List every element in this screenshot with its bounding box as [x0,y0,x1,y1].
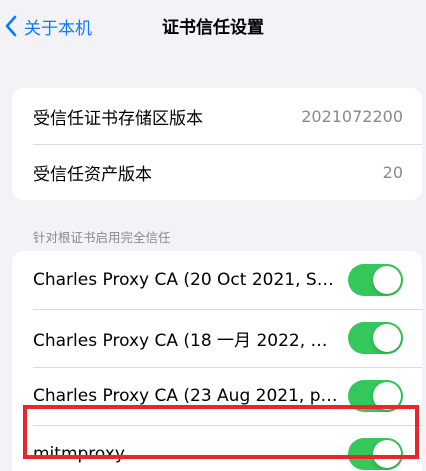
navigation-bar: 关于本机 证书信任设置 [0,0,426,54]
toggle-knob [373,266,401,294]
cert-row: Charles Proxy CA (20 Oct 2021, SH-... [12,251,422,309]
section-header: 针对根证书启用完全信任 [33,230,171,245]
cert-name: Charles Proxy CA (23 Aug 2021, plut... [33,386,339,406]
trust-store-version-row: 受信任证书存储区版本 2021072200 [12,88,422,144]
row-label: 受信任资产版本 [33,164,152,185]
trust-toggle[interactable] [348,264,403,296]
version-info-group: 受信任证书存储区版本 2021072200 受信任资产版本 20 [12,88,422,200]
trust-toggle[interactable] [348,438,403,470]
row-value: 20 [382,162,403,182]
cert-name: Charles Proxy CA (18 一月 2022, DE... [33,330,339,351]
page-title: 证书信任设置 [162,18,264,38]
trust-toggle[interactable] [348,380,403,412]
toggle-knob [373,382,401,410]
cert-name: mitmproxy [33,444,125,464]
trust-asset-version-row: 受信任资产版本 20 [12,144,422,200]
row-label: 受信任证书存储区版本 [33,108,203,129]
trust-toggle[interactable] [348,322,403,354]
cert-row: Charles Proxy CA (23 Aug 2021, plut... [12,367,422,425]
cert-row: Charles Proxy CA (18 一月 2022, DE... [12,309,422,367]
root-cert-trust-group: Charles Proxy CA (20 Oct 2021, SH-... Ch… [12,251,422,471]
toggle-knob [373,440,401,468]
row-value: 2021072200 [301,106,403,126]
toggle-knob [373,324,401,352]
cert-name: Charles Proxy CA (20 Oct 2021, SH-... [33,270,339,290]
cert-row-mitmproxy: mitmproxy [12,425,422,471]
